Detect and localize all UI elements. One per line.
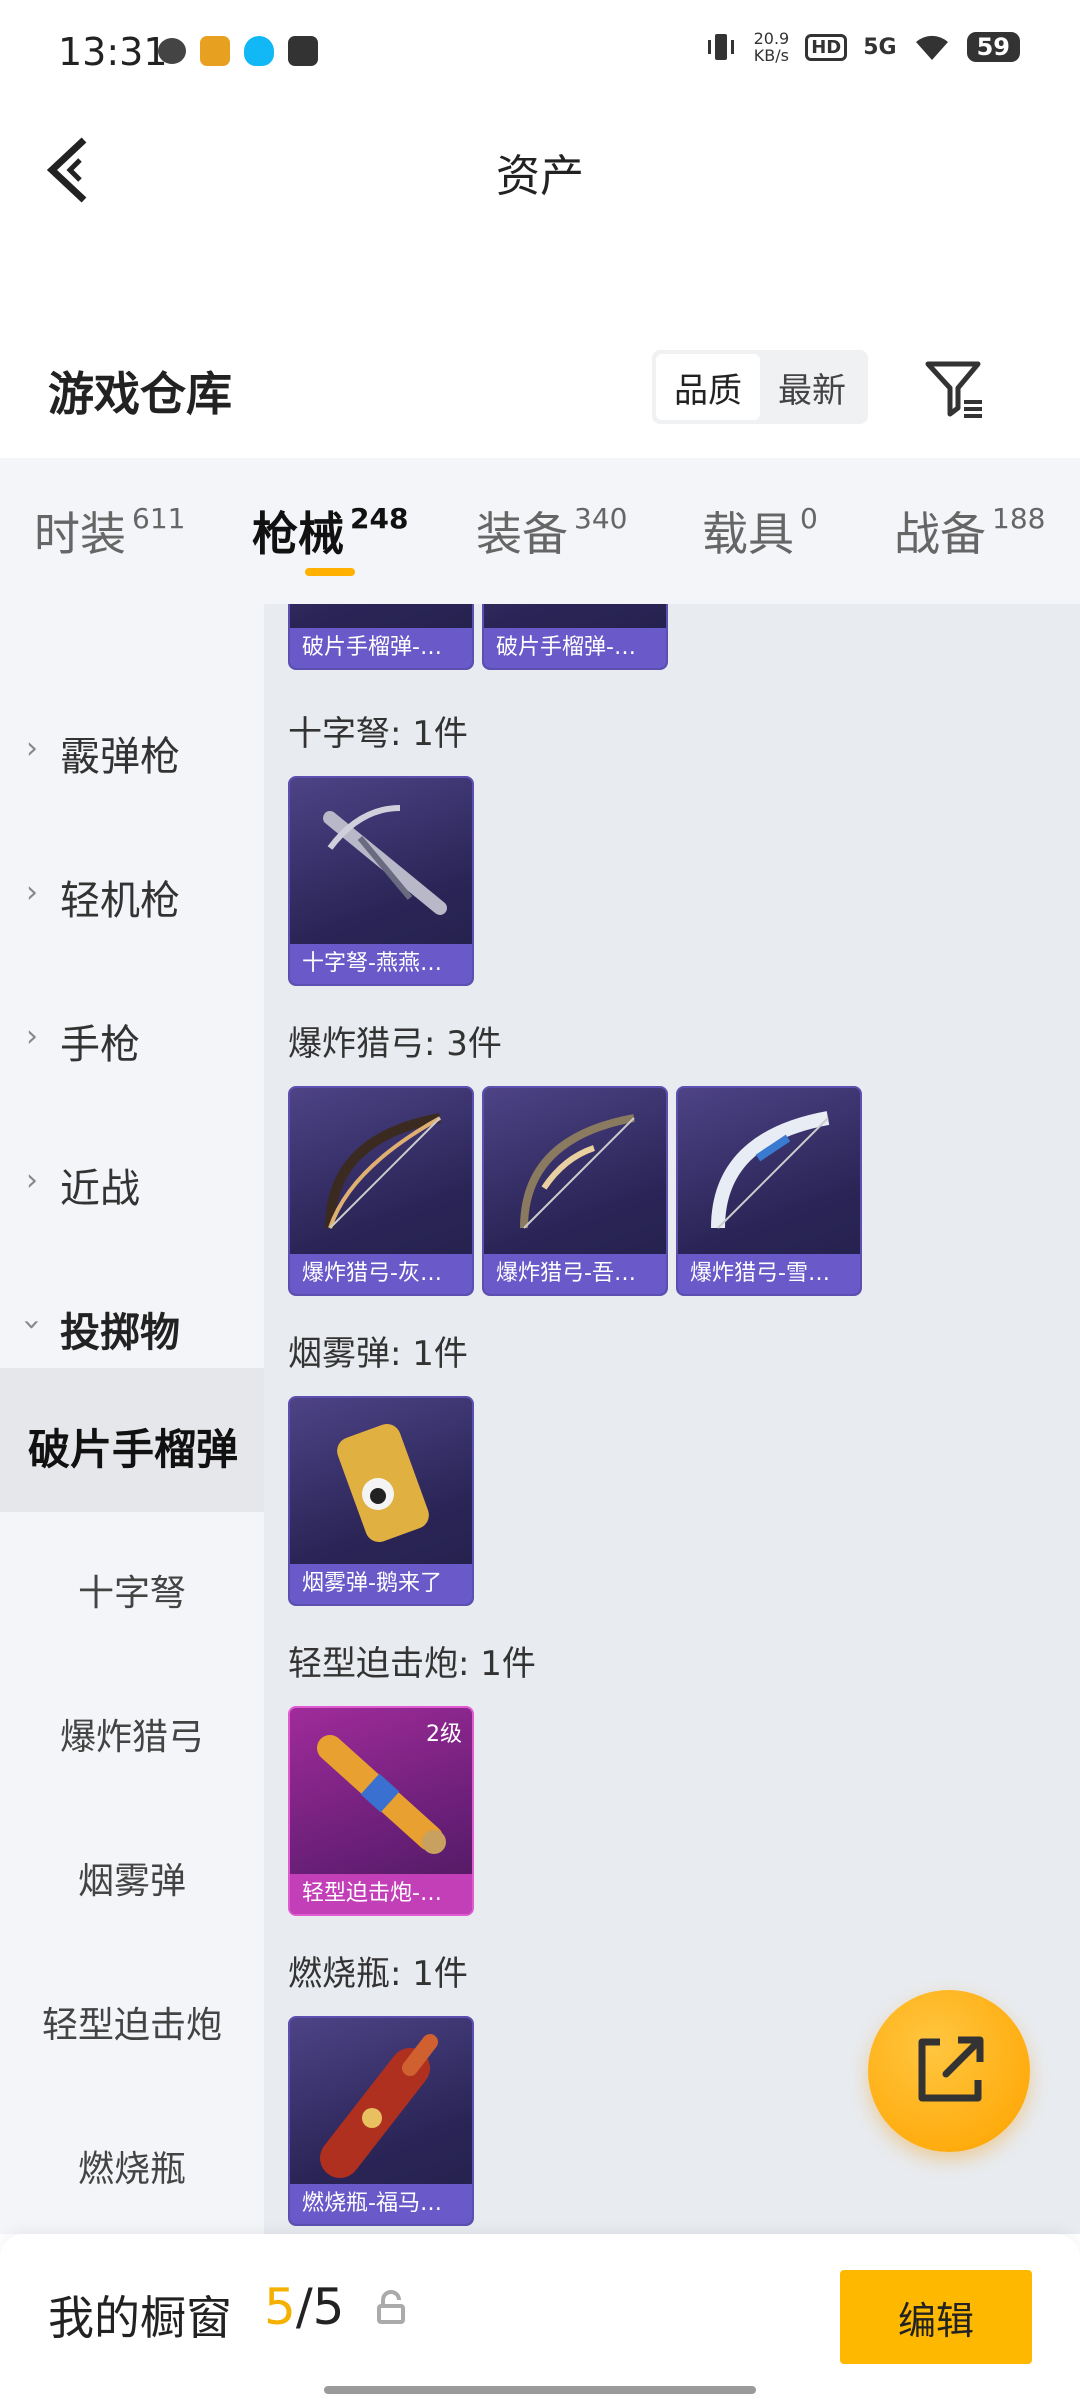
group-title: 燃烧瓶: 1件 [288,1954,468,1994]
qq-icon [244,36,274,66]
showcase-label: 我的橱窗 [48,2291,232,2345]
sidebar-sub-explosive-bow[interactable]: 爆炸猎弓 [0,1656,264,1800]
sidebar-item-melee[interactable]: › 近战 [0,1108,264,1252]
group-title: 爆炸猎弓: 3件 [288,1024,502,1064]
molotov-art [320,2034,438,2178]
active-tab-indicator [305,568,355,576]
chevron-right-icon: › [26,1019,38,1054]
system-icons: 20.9 KB/s HD 5G 59 [704,30,1020,64]
item-card[interactable]: 破片手榴弹-… [482,604,668,670]
tab-fashion[interactable]: 时装 611 [34,498,185,564]
item-name: 轻型迫击炮-… [290,1874,472,1914]
sidebar-item-shotgun[interactable]: › 霰弹枪 [0,676,264,820]
game-notification-icon [200,36,230,66]
battery-icon: 59 [966,32,1020,62]
bow-art [325,1113,441,1229]
app-header: 资产 [0,100,1080,240]
item-card[interactable]: 燃烧瓶-福马… [288,2016,474,2226]
item-name: 十字弩-燕燕… [290,944,472,984]
group-title: 十字弩: 1件 [288,714,468,754]
lock-icon [377,2290,405,2324]
category-tabs: 时装 611 枪械 248 装备 340 载具 0 战备 188 [0,458,1080,604]
showcase-bar: 我的橱窗 5/5 编辑 [0,2234,1080,2400]
weapon-type-sidebar: › 霰弹枪 › 轻机枪 › 手枪 › 近战 › 投掷物 破片手榴弹 十字弩 爆炸… [0,604,264,2234]
crossbow-art [323,805,447,915]
item-name: 燃烧瓶-福马… [290,2184,472,2224]
item-name: 爆炸猎弓-雪… [678,1254,860,1294]
network-speed: 20.9 KB/s [753,29,790,65]
item-name: 破片手榴弹-… [290,628,472,668]
sidebar-sub-molotov[interactable]: 燃烧瓶 [0,2088,264,2232]
tab-equipment[interactable]: 装备 340 [476,498,627,564]
bow-art [711,1111,830,1229]
chevron-right-icon: › [26,731,38,766]
tab-supplies[interactable]: 战备 188 [894,498,1045,564]
smoke-grenade-art [337,1423,429,1543]
message-icon [288,36,318,66]
item-name: 烟雾弹-鹅来了 [290,1564,472,1604]
item-level-badge: 2级 [426,1722,462,1747]
item-name: 爆炸猎弓-吾… [484,1254,666,1294]
share-fab-button[interactable] [868,1990,1030,2152]
chevron-down-icon: › [14,1318,50,1331]
sort-toggle: 品质 最新 [652,350,868,424]
vibrate-icon [707,34,734,60]
warehouse-title: 游戏仓库 [48,367,232,421]
filter-icon [925,361,982,418]
item-card[interactable]: 烟雾弹-鹅来了 [288,1396,474,1606]
bow-art [520,1114,635,1229]
group-title: 轻型迫击炮: 1件 [288,1644,536,1684]
status-time: 13:31 [58,30,168,74]
filter-button[interactable] [922,356,988,422]
sidebar-item-lmg[interactable]: › 轻机枪 [0,820,264,964]
app-notification-icon [158,38,186,64]
item-card[interactable]: 十字弩-燕燕… [288,776,474,986]
sort-newest-button[interactable]: 最新 [760,354,864,420]
edit-button[interactable]: 编辑 [840,2270,1032,2364]
sidebar-item-pistol[interactable]: › 手枪 [0,964,264,1108]
sidebar-sub-crossbow[interactable]: 十字弩 [0,1512,264,1656]
item-card[interactable]: 爆炸猎弓-雪… [676,1086,862,1296]
tab-vehicles[interactable]: 载具 0 [702,498,818,564]
sidebar-sub-light-mortar[interactable]: 轻型迫击炮 [0,1944,264,2088]
share-icon [918,2036,984,2102]
status-bar: 13:31 20.9 KB/s HD 5G 59 [0,0,1080,100]
item-card[interactable]: 破片手榴弹-… [288,604,474,670]
chevron-right-icon: › [26,875,38,910]
group-title: 烟雾弹: 1件 [288,1334,468,1374]
item-card[interactable]: 爆炸猎弓-吾… [482,1086,668,1296]
hd-badge: HD [805,33,848,61]
home-indicator[interactable] [324,2386,756,2394]
sort-quality-button[interactable]: 品质 [656,354,760,420]
showcase-count: 5/5 [264,2278,345,2336]
wifi-icon [915,35,948,60]
chevron-right-icon: › [26,1163,38,1198]
item-name: 爆炸猎弓-灰… [290,1254,472,1294]
tab-firearms[interactable]: 枪械 248 [252,498,408,564]
sidebar-sub-smoke-grenade[interactable]: 烟雾弹 [0,1800,264,1944]
page-title: 资产 [496,151,584,202]
item-card[interactable]: 爆炸猎弓-灰… [288,1086,474,1296]
notification-icons [158,36,318,66]
item-name: 破片手榴弹-… [484,628,666,668]
sidebar-sub-frag-grenade[interactable]: 破片手榴弹 [0,1368,264,1512]
item-card[interactable]: 2级 轻型迫击炮-… [288,1706,474,1916]
signal-5g-icon: 5G [863,34,897,60]
